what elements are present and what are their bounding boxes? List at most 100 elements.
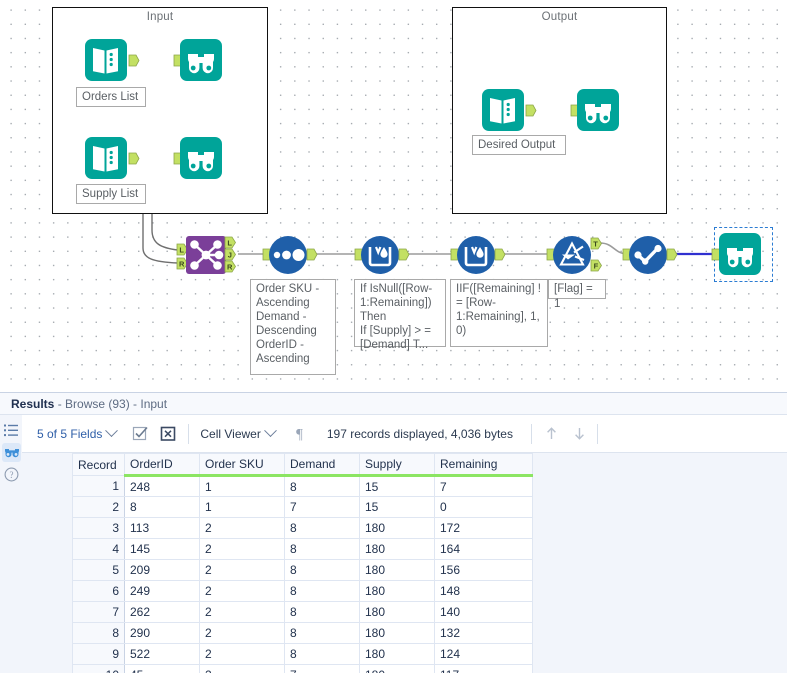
column-header-orderid[interactable]: OrderID xyxy=(125,454,200,476)
column-header-remaining[interactable]: Remaining xyxy=(435,454,533,476)
table-row[interactable]: 2 8 1 7 15 0 xyxy=(73,497,533,518)
table-row[interactable]: 1 248 1 8 15 7 xyxy=(73,476,533,497)
cell-demand: 8 xyxy=(285,602,360,623)
cell-demand: 8 xyxy=(285,560,360,581)
output-port-orders[interactable] xyxy=(128,54,140,67)
arrow-down-icon xyxy=(571,425,588,442)
scroll-down-button[interactable] xyxy=(571,425,588,442)
multi-row-formula-1-tool[interactable] xyxy=(360,235,400,275)
filter-output-port-true[interactable]: T xyxy=(590,237,603,250)
cell-orderid: 522 xyxy=(125,644,200,665)
cell-record: 9 xyxy=(73,644,125,665)
multi-row-formula-2-output-port[interactable] xyxy=(494,248,506,261)
cell-demand: 8 xyxy=(285,644,360,665)
output-port-supply[interactable] xyxy=(128,152,140,165)
input-tool-desired-output[interactable] xyxy=(481,88,527,132)
supply-list-label[interactable]: Supply List xyxy=(76,184,146,204)
browse-tool-desired-output[interactable] xyxy=(576,88,620,132)
cell-order-sku: 2 xyxy=(200,581,285,602)
toolbar-divider-2 xyxy=(531,424,532,444)
cell-remaining: 148 xyxy=(435,581,533,602)
pilcrow-icon: ¶ xyxy=(291,425,308,442)
scroll-up-button[interactable] xyxy=(543,425,560,442)
cell-viewer-selector[interactable]: Cell Viewer xyxy=(200,427,274,441)
cell-demand: 8 xyxy=(285,518,360,539)
svg-text:L: L xyxy=(179,245,184,254)
select-tool[interactable] xyxy=(628,235,668,275)
multi-row-formula-1-output-port[interactable] xyxy=(398,248,410,261)
table-row[interactable]: 5 209 2 8 180 156 xyxy=(73,560,533,581)
cell-order-sku: 2 xyxy=(200,623,285,644)
cell-supply: 180 xyxy=(360,644,435,665)
toolbar-divider-3 xyxy=(597,424,598,444)
orders-list-label[interactable]: Orders List xyxy=(76,87,146,107)
cell-record: 1 xyxy=(73,476,125,497)
multi-row-formula-1-annotation[interactable]: If IsNull([Row- 1:Remaining]) Then If [S… xyxy=(354,279,446,347)
cell-record: 2 xyxy=(73,497,125,518)
input-tool-orders[interactable] xyxy=(84,38,130,82)
pilcrow-button[interactable]: ¶ xyxy=(291,425,308,442)
join-output-port-right[interactable]: R xyxy=(224,260,237,273)
column-header-record[interactable]: Record xyxy=(73,454,125,476)
sort-tool[interactable] xyxy=(268,235,308,275)
join-tool[interactable] xyxy=(186,236,226,274)
browse-tool-supply[interactable] xyxy=(179,136,223,180)
deselect-all-fields-button[interactable] xyxy=(160,425,177,442)
cell-supply: 15 xyxy=(360,497,435,518)
results-grid[interactable]: Record OrderID Order SKU Demand Supply R… xyxy=(22,453,787,673)
cell-remaining: 156 xyxy=(435,560,533,581)
svg-text:J: J xyxy=(228,250,232,259)
fields-selector-label: 5 of 5 Fields xyxy=(37,427,102,441)
input-tool-supply[interactable] xyxy=(84,136,130,180)
workflow-canvas[interactable]: Input Output Orders List xyxy=(0,0,787,392)
cell-orderid: 249 xyxy=(125,581,200,602)
select-output-port[interactable] xyxy=(666,248,678,261)
cell-demand: 8 xyxy=(285,623,360,644)
column-header-order-sku[interactable]: Order SKU xyxy=(200,454,285,476)
cell-orderid: 262 xyxy=(125,602,200,623)
cell-demand: 7 xyxy=(285,497,360,518)
cell-record: 5 xyxy=(73,560,125,581)
cell-supply: 180 xyxy=(360,581,435,602)
results-toolbar: 5 of 5 Fields Cell Viewer ¶ xyxy=(22,415,787,453)
sort-output-port[interactable] xyxy=(306,248,318,261)
multi-row-formula-2-tool[interactable] xyxy=(456,235,496,275)
table-row[interactable]: 7 262 2 8 180 140 xyxy=(73,602,533,623)
filter-output-port-false[interactable]: F xyxy=(590,259,603,272)
filter-tool[interactable] xyxy=(552,235,592,275)
results-title-bar: Results - Browse (93) - Input xyxy=(0,393,787,415)
cell-remaining: 0 xyxy=(435,497,533,518)
input-container-title: Input xyxy=(53,11,267,23)
table-row[interactable]: 6 249 2 8 180 148 xyxy=(73,581,533,602)
cell-viewer-label: Cell Viewer xyxy=(200,427,260,441)
select-all-fields-button[interactable] xyxy=(132,425,149,442)
table-row[interactable]: 9 522 2 8 180 124 xyxy=(73,644,533,665)
column-header-supply[interactable]: Supply xyxy=(360,454,435,476)
multi-row-formula-2-annotation[interactable]: IIF([Remaining] ! = [Row- 1:Remaining], … xyxy=(450,279,548,347)
table-row[interactable]: 4 145 2 8 180 164 xyxy=(73,539,533,560)
table-row[interactable]: 3 113 2 8 180 172 xyxy=(73,518,533,539)
rail-browse-icon[interactable] xyxy=(2,443,21,462)
fields-selector[interactable]: 5 of 5 Fields xyxy=(37,427,116,441)
cell-supply: 180 xyxy=(360,623,435,644)
cell-demand: 8 xyxy=(285,581,360,602)
arrow-up-icon xyxy=(543,425,560,442)
column-header-demand[interactable]: Demand xyxy=(285,454,360,476)
output-port-desired-output[interactable] xyxy=(525,104,537,117)
cell-record: 7 xyxy=(73,602,125,623)
cell-record: 6 xyxy=(73,581,125,602)
rail-help-icon[interactable]: ? xyxy=(2,465,21,484)
table-row[interactable]: 8 290 2 8 180 132 xyxy=(73,623,533,644)
desired-output-label[interactable]: Desired Output xyxy=(472,135,566,155)
chevron-down-icon xyxy=(106,424,119,437)
cell-supply: 180 xyxy=(360,518,435,539)
sort-annotation[interactable]: Order SKU - Ascending Demand - Descendin… xyxy=(250,279,336,375)
svg-text:R: R xyxy=(227,262,233,271)
browse-tool-orders[interactable] xyxy=(179,38,223,82)
filter-annotation[interactable]: [Flag] = 1 xyxy=(548,279,606,299)
cell-orderid: 145 xyxy=(125,539,200,560)
browse-tool-final[interactable] xyxy=(718,232,762,276)
cell-remaining: 164 xyxy=(435,539,533,560)
results-table: Record OrderID Order SKU Demand Supply R… xyxy=(72,453,533,673)
rail-list-icon[interactable] xyxy=(2,421,21,440)
